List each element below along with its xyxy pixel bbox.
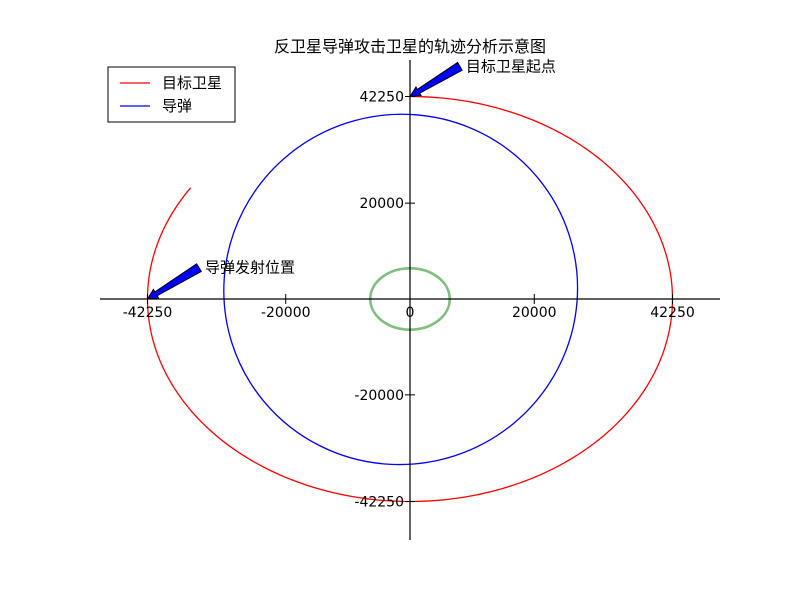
chart-title: 反卫星导弹攻击卫星的轨迹分析示意图 (274, 37, 546, 56)
annotation-arrow-2 (146, 263, 202, 300)
x-tick-label: 20000 (512, 305, 557, 321)
annotation-arrow-1 (409, 61, 463, 98)
series-missile-orbit (223, 113, 579, 466)
axes: -42250 -20000 0 20000 42250 42250 20000 -20000 -… (100, 60, 720, 540)
legend-label-2: 导弹 (162, 97, 192, 115)
y-tick-label: -20000 (354, 388, 404, 404)
annotation-label-2: 导弹发射位置 (205, 259, 295, 277)
x-tick-label: -20000 (261, 305, 311, 321)
chart-container: 反卫星导弹攻击卫星的轨迹分析示意图 -42250 -20000 0 20000 4225… (0, 0, 800, 600)
trajectory-chart: 反卫星导弹攻击卫星的轨迹分析示意图 -42250 -20000 0 20000 4225… (100, 37, 720, 540)
x-tick-label: 42250 (650, 305, 695, 321)
legend-label-1: 目标卫星 (162, 74, 222, 92)
legend: 目标卫星导弹 (107, 66, 236, 123)
x-tick-label: -42250 (123, 305, 173, 321)
y-tick-label: 42250 (359, 90, 404, 106)
y-tick-label: -42250 (354, 495, 404, 511)
y-tick-label: 20000 (359, 196, 404, 212)
x-tick-label: 0 (406, 305, 415, 321)
annotation-label-1: 目标卫星起点 (466, 57, 556, 75)
